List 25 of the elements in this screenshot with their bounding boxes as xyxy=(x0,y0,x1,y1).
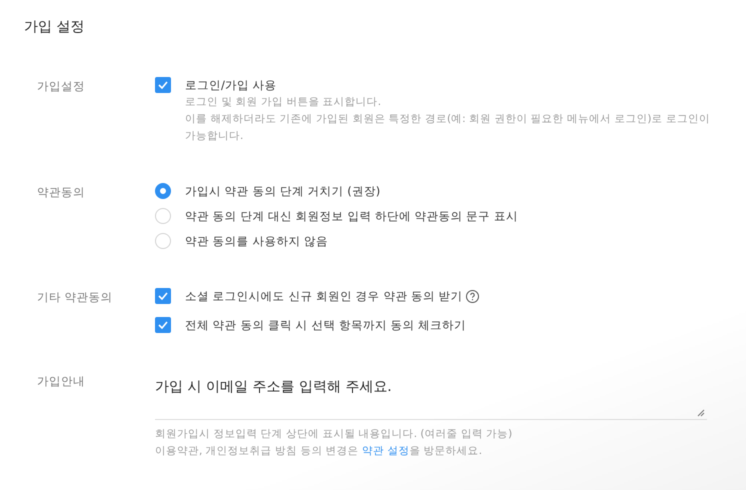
radio-label: 가입시 약관 동의 단계 거치기 (권장) xyxy=(185,183,380,200)
help-text: 회원가입시 정보입력 단계 상단에 표시될 내용입니다. (여러줄 입력 가능) xyxy=(155,427,514,442)
field-label: 가입안내 xyxy=(37,373,86,390)
checkbox-label: 전체 약관 동의 클릭 시 선택 항목까지 동의 체크하기 xyxy=(185,317,466,334)
check-icon xyxy=(158,292,168,300)
checkbox-label: 소셜 로그인시에도 신규 회원인 경우 약관 동의 받기 xyxy=(185,288,463,305)
help-icon[interactable] xyxy=(466,290,479,303)
check-icon xyxy=(158,81,168,89)
help-text: 로그인 및 회원 가입 버튼을 표시합니다. xyxy=(185,95,382,110)
checkbox[interactable] xyxy=(155,288,171,304)
help-text: 이를 해제하더라도 기존에 가입된 회원은 특정한 경로(예: 회원 권한이 필요한 메뉴에서 로그인)로 로그인이 가능합니다. xyxy=(185,112,710,144)
field-label: 약관동의 xyxy=(37,184,86,201)
section-title: 가입 설정 xyxy=(23,18,86,37)
checkbox-label: 로그인/가입 사용 xyxy=(185,77,277,94)
field-label: 기타 약관동의 xyxy=(37,289,114,306)
resize-grip-icon[interactable] xyxy=(697,409,705,417)
radio-button[interactable] xyxy=(155,183,171,199)
help-text: 이용약관, 개인정보취급 방침 등의 변경은 약관 설정 을 방문하세요. xyxy=(155,444,484,459)
checkbox[interactable] xyxy=(155,317,171,333)
checkbox[interactable] xyxy=(155,77,171,93)
text-area[interactable]: 가입 시 이메일 주소를 입력해 주세요. xyxy=(155,372,707,420)
field-label: 가입설정 xyxy=(37,78,86,95)
radio-label: 약관 동의를 사용하지 않음 xyxy=(185,233,328,250)
check-icon xyxy=(158,321,168,329)
radio-label: 약관 동의 단계 대신 회원정보 입력 하단에 약관동의 문구 표시 xyxy=(185,208,518,225)
